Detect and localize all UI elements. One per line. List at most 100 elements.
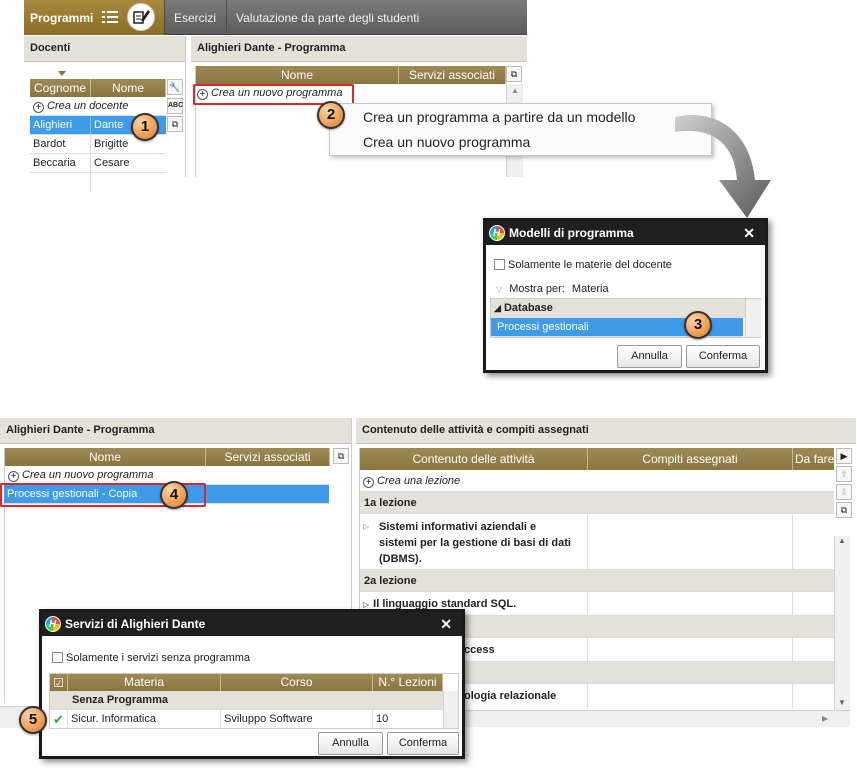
step-badge-3: 3 bbox=[684, 311, 712, 339]
cell-name: Cesare bbox=[94, 157, 130, 169]
cell-empty bbox=[30, 173, 91, 192]
scroll-up-icon[interactable]: ▲ bbox=[838, 536, 846, 545]
activity-line: sistemi per la gestione di basi di dati bbox=[379, 537, 571, 549]
column-servizi-associati[interactable]: Servizi associati bbox=[206, 448, 330, 466]
move-up-icon[interactable]: ⇧ bbox=[836, 466, 852, 482]
group-row[interactable]: ◢ Database bbox=[491, 299, 760, 318]
cell-course: Sviluppo Software bbox=[221, 710, 373, 728]
teachers-panel: Docenti Cognome Nome + Crea un docente Al… bbox=[24, 36, 186, 192]
cancel-button[interactable]: Annulla bbox=[617, 345, 682, 368]
column-nome[interactable]: Nome bbox=[196, 66, 399, 84]
expand-icon[interactable]: ▷ bbox=[363, 600, 369, 609]
arrow-right-icon[interactable]: ▶ bbox=[836, 448, 852, 464]
activity-line: (DBMS). bbox=[379, 553, 422, 565]
scroll-down-icon[interactable]: ▼ bbox=[838, 698, 846, 707]
cancel-button[interactable]: Annulla bbox=[318, 732, 383, 755]
list-icon[interactable] bbox=[102, 10, 118, 24]
step-badge-2: 2 bbox=[317, 101, 345, 129]
column-nome[interactable]: Nome bbox=[91, 79, 166, 97]
services-grid: ☑ Materia Corso N.° Lezioni Senza Progra… bbox=[49, 673, 459, 729]
confirm-button[interactable]: Conferma bbox=[387, 732, 459, 755]
dialog-title: Servizi di Alighieri Dante bbox=[65, 617, 206, 631]
activity-line: Sistemi informativi aziendali e bbox=[379, 521, 537, 533]
program-panel-title: Alighieri Dante - Programma bbox=[0, 418, 351, 444]
step-badge-5: 5 bbox=[19, 706, 47, 734]
copy-icon[interactable]: ⧉ bbox=[333, 448, 349, 464]
step-badge-1: 1 bbox=[131, 113, 159, 141]
scroll-up-icon[interactable]: ▲ bbox=[511, 86, 519, 95]
column-nome[interactable]: Nome bbox=[5, 448, 206, 466]
wrench-icon[interactable]: 🔧 bbox=[167, 79, 183, 95]
tab-valutazione[interactable]: Valutazione da parte degli studenti bbox=[226, 0, 527, 35]
teachers-panel-title: Docenti bbox=[24, 36, 185, 62]
add-program-row[interactable]: + Crea un nuovo programma bbox=[197, 87, 342, 100]
tab-programmi[interactable]: Programmi bbox=[24, 0, 164, 35]
lesson-header[interactable]: 1a lezione bbox=[360, 492, 834, 514]
cell-lessons: 10 bbox=[376, 713, 389, 725]
close-icon[interactable]: ✕ bbox=[743, 221, 755, 245]
checkbox-icon[interactable] bbox=[52, 652, 63, 663]
select-all-checkbox-icon[interactable]: ☑ bbox=[50, 674, 68, 691]
column-lezioni[interactable]: N.° Lezioni bbox=[373, 674, 443, 691]
show-by-label: Mostra per: bbox=[509, 283, 565, 295]
tasks-cell[interactable] bbox=[588, 684, 793, 708]
table-row[interactable]: Beccaria Cesare bbox=[30, 154, 166, 173]
group-row[interactable]: Senza Programma bbox=[50, 691, 443, 710]
activity-text: Sistemi informativi aziendali e sistemi … bbox=[379, 519, 587, 567]
sort-arrow-icon[interactable] bbox=[58, 71, 66, 76]
tab-programmi-label: Programmi bbox=[30, 11, 94, 25]
only-teacher-subjects-checkbox[interactable]: Solamente le materie del docente bbox=[494, 259, 672, 271]
only-free-services-checkbox[interactable]: Solamente i servizi senza programma bbox=[52, 652, 250, 664]
step-badge-4: 4 bbox=[160, 481, 188, 509]
scroll-right-icon[interactable]: ▶ bbox=[822, 714, 828, 723]
lesson-header[interactable]: 2a lezione bbox=[360, 570, 834, 592]
scrollbar-vertical[interactable] bbox=[443, 691, 458, 728]
abc-icon[interactable]: ABC bbox=[167, 98, 183, 114]
show-by-selector[interactable]: ▽ Mostra per: Materia bbox=[496, 283, 609, 295]
close-icon[interactable]: ✕ bbox=[440, 612, 452, 636]
table-row[interactable]: ✔ Sicur. Informatica Sviluppo Software 1… bbox=[50, 710, 443, 728]
plus-icon: + bbox=[197, 89, 208, 100]
copy-icon[interactable]: ⧉ bbox=[167, 116, 183, 132]
column-cognome[interactable]: Cognome bbox=[30, 79, 91, 97]
menu-item-from-model[interactable]: Crea un programma a partire da un modell… bbox=[363, 109, 635, 125]
cell-name: Brigitte bbox=[94, 138, 129, 150]
content-panel-title: Contenuto delle attività e compiti asseg… bbox=[356, 418, 856, 444]
tasks-cell[interactable] bbox=[588, 592, 793, 616]
copy-icon[interactable]: ⧉ bbox=[506, 66, 522, 82]
confirm-button[interactable]: Conferma bbox=[686, 345, 760, 368]
scrollbar-vertical[interactable] bbox=[834, 536, 850, 710]
edit-icon[interactable] bbox=[127, 3, 155, 31]
cell-surname: Bardot bbox=[30, 135, 91, 153]
app-logo-icon bbox=[45, 613, 61, 637]
collapse-icon: ◢ bbox=[494, 303, 501, 313]
tasks-cell[interactable] bbox=[588, 638, 793, 662]
column-contenuto[interactable]: Contenuto delle attività bbox=[360, 448, 588, 470]
app-logo-icon bbox=[489, 222, 505, 246]
plus-icon: + bbox=[33, 102, 44, 113]
column-corso[interactable]: Corso bbox=[221, 674, 373, 691]
activity-row[interactable]: ▷ Sistemi informativi aziendali e sistem… bbox=[360, 514, 834, 570]
expand-icon[interactable]: ▷ bbox=[363, 522, 369, 531]
checkbox-icon[interactable] bbox=[494, 259, 505, 270]
activity-cell: ▷ Sistemi informativi aziendali e sistem… bbox=[360, 514, 588, 570]
cell-surname: Beccaria bbox=[30, 154, 91, 172]
column-da-fare[interactable]: Da fare bbox=[793, 448, 834, 470]
menu-item-new-program[interactable]: Crea un nuovo programma bbox=[363, 134, 530, 150]
column-servizi-associati[interactable]: Servizi associati bbox=[399, 66, 506, 84]
tasks-cell[interactable] bbox=[588, 514, 793, 570]
move-down-icon[interactable]: ⇩ bbox=[836, 484, 852, 500]
scrollbar-vertical[interactable] bbox=[745, 299, 761, 337]
dialog-title: Modelli di programma bbox=[509, 226, 634, 240]
services-dialog: Servizi di Alighieri Dante ✕ Solamente i… bbox=[39, 609, 465, 759]
show-by-value: Materia bbox=[571, 283, 609, 295]
column-compiti[interactable]: Compiti assegnati bbox=[588, 448, 793, 470]
tab-esercizi[interactable]: Esercizi bbox=[164, 0, 226, 35]
add-lesson-row[interactable]: + Crea una lezione bbox=[360, 470, 834, 492]
copy-icon[interactable]: ⧉ bbox=[836, 502, 852, 518]
plus-icon: + bbox=[8, 471, 19, 482]
arrow-right-down-icon bbox=[675, 115, 771, 218]
check-icon[interactable]: ✔ bbox=[50, 710, 68, 728]
plus-icon: + bbox=[363, 477, 374, 488]
column-materia[interactable]: Materia bbox=[68, 674, 221, 691]
